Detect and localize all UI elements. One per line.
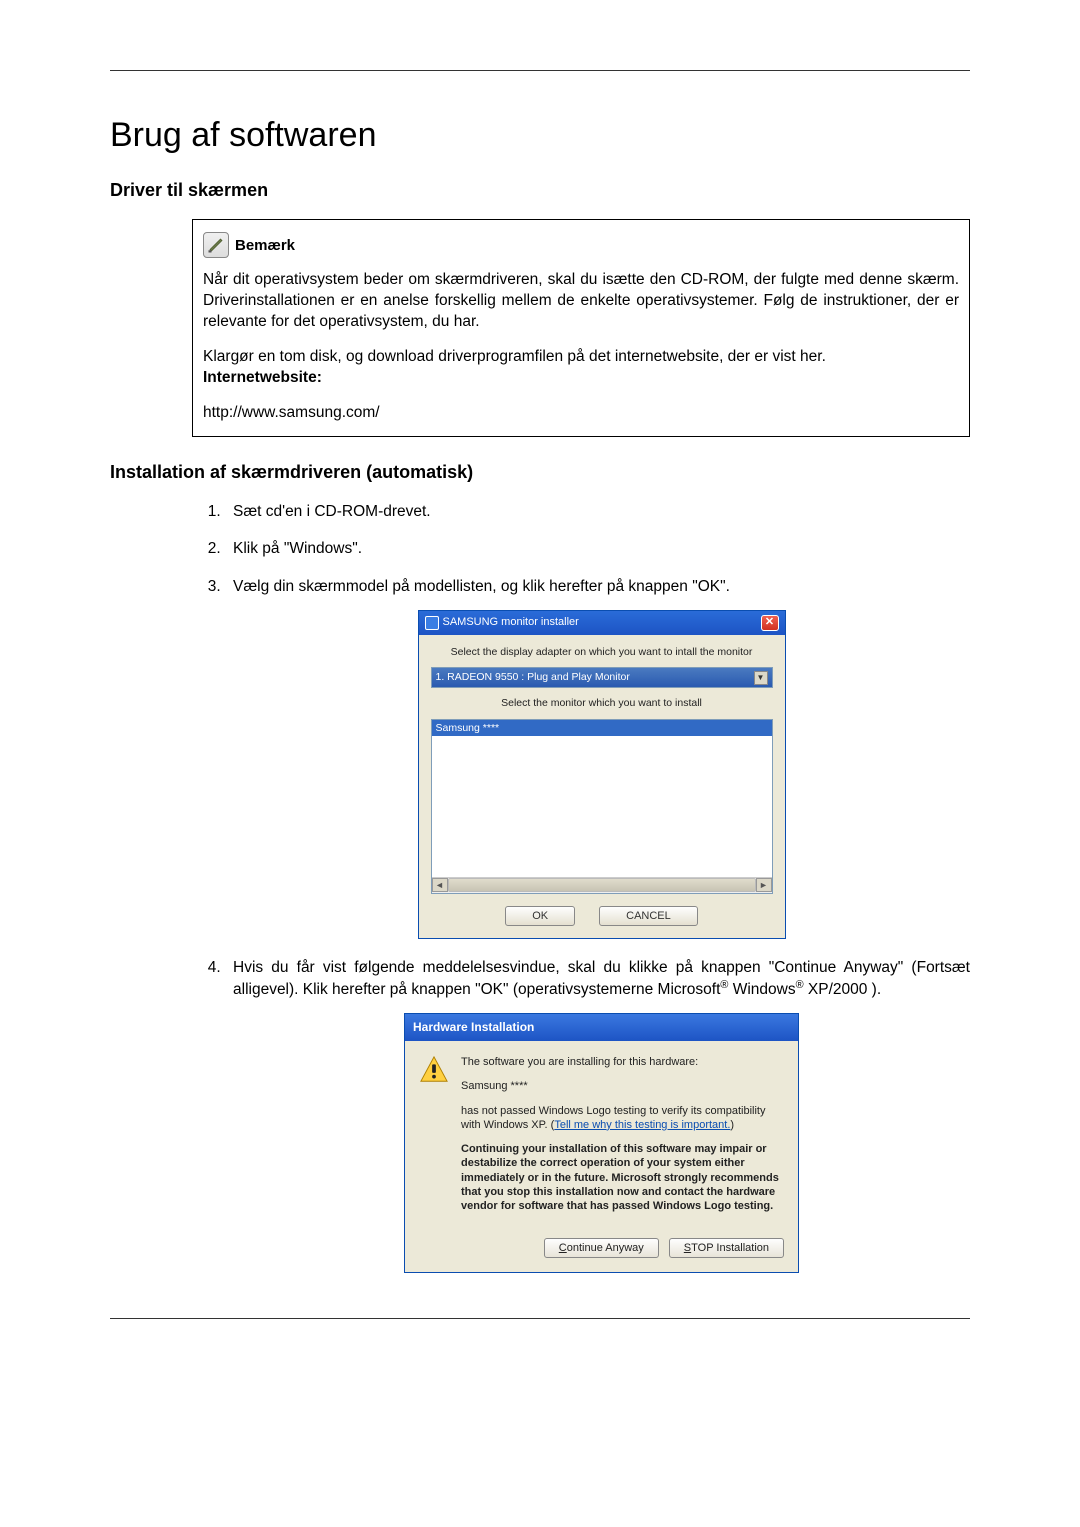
note-icon	[203, 232, 229, 258]
chevron-down-icon[interactable]: ▼	[754, 671, 768, 685]
note-url: http://www.samsung.com/	[203, 403, 959, 424]
dialog2-p2: Samsung ****	[461, 1079, 786, 1093]
adapter-select[interactable]: 1. RADEON 9550 : Plug and Play Monitor ▼	[431, 667, 773, 688]
horizontal-scrollbar[interactable]: ◄ ►	[432, 877, 772, 893]
samsung-installer-dialog: SAMSUNG monitor installer ✕ Select the d…	[418, 610, 786, 939]
header-rule	[110, 70, 970, 71]
note-label: Bemærk	[235, 237, 295, 254]
scroll-left-icon[interactable]: ◄	[432, 878, 448, 892]
step-1: Sæt cd'en i CD-ROM-drevet.	[225, 501, 970, 523]
dialog2-p1: The software you are installing for this…	[461, 1055, 786, 1069]
stop-installation-button[interactable]: STOP Installation	[669, 1238, 784, 1258]
note-paragraph-1: Når dit operativsystem beder om skærmdri…	[203, 270, 959, 333]
step-2: Klik på "Windows".	[225, 538, 970, 560]
cancel-button[interactable]: CANCEL	[599, 906, 698, 926]
ok-button[interactable]: OK	[505, 906, 575, 926]
dialog1-buttons: OK CANCEL	[431, 906, 773, 926]
note-box: Bemærk Når dit operativsystem beder om s…	[192, 219, 970, 437]
note-paragraph-2: Klargør en tom disk, og download driverp…	[203, 347, 959, 389]
dialog2-titlebar: Hardware Installation	[405, 1014, 798, 1041]
step-4: Hvis du får vist følgende meddelelsesvin…	[225, 957, 970, 1273]
scrollbar-thumb[interactable]	[448, 878, 756, 892]
section-heading-driver: Driver til skærmen	[110, 180, 970, 201]
close-icon[interactable]: ✕	[761, 615, 779, 631]
dialog2-buttons: Continue Anyway STOP Installation	[405, 1238, 798, 1272]
scroll-right-icon[interactable]: ►	[756, 878, 772, 892]
section-heading-install: Installation af skærmdriveren (automatis…	[110, 462, 970, 483]
dialog1-wrap: SAMSUNG monitor installer ✕ Select the d…	[233, 610, 970, 939]
internet-label: Internetwebsite:	[203, 369, 322, 386]
step-3: Vælg din skærmmodel på modellisten, og k…	[225, 576, 970, 939]
dialog1-label-monitor: Select the monitor which you want to ins…	[431, 696, 773, 711]
dialog1-title-text: SAMSUNG monitor installer	[443, 615, 579, 630]
dialog2-warning-text: Continuing your installation of this sof…	[461, 1142, 786, 1213]
dialog1-body: Select the display adapter on which you …	[419, 635, 785, 938]
dialog2-p3: has not passed Windows Logo testing to v…	[461, 1104, 786, 1133]
note-header: Bemærk	[203, 232, 959, 258]
dialog1-label-adapter: Select the display adapter on which you …	[431, 645, 773, 660]
dialog2-body: The software you are installing for this…	[405, 1041, 798, 1238]
logo-testing-link[interactable]: Tell me why this testing is important.	[554, 1119, 730, 1131]
continue-anyway-button[interactable]: Continue Anyway	[544, 1238, 659, 1258]
dialog1-app-icon	[425, 616, 439, 630]
footer-rule	[110, 1318, 970, 1319]
monitor-list[interactable]: Samsung **** ◄ ►	[431, 719, 773, 894]
warning-icon	[419, 1055, 449, 1085]
list-item[interactable]: Samsung ****	[432, 720, 772, 737]
note-text: Når dit operativsystem beder om skærmdri…	[203, 270, 959, 424]
hardware-installation-dialog: Hardware Installation The software you a…	[404, 1013, 799, 1272]
install-steps: Sæt cd'en i CD-ROM-drevet. Klik på "Wind…	[225, 501, 970, 1273]
dialog1-titlebar: SAMSUNG monitor installer ✕	[419, 611, 785, 635]
dialog2-content: The software you are installing for this…	[461, 1055, 786, 1224]
dialog2-wrap: Hardware Installation The software you a…	[233, 1013, 970, 1272]
page-title: Brug af softwaren	[110, 116, 970, 155]
